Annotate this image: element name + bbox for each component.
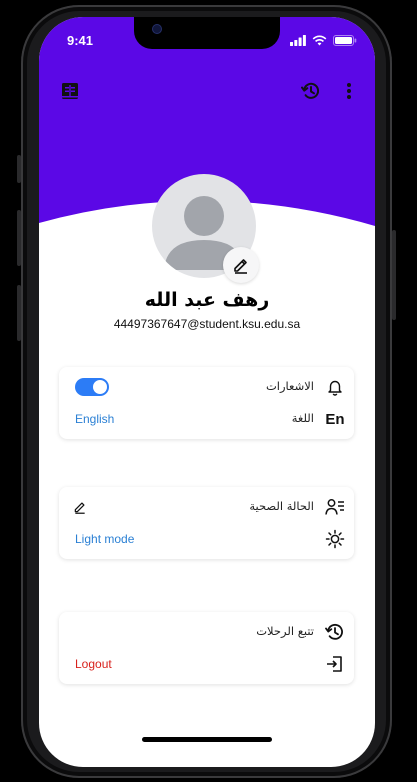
toggle-knob: [93, 380, 107, 394]
history-icon: [324, 621, 346, 643]
wifi-icon: [312, 33, 327, 51]
pencil-icon: [234, 259, 247, 274]
settings-card-notifications-language: الاشعارات En اللغة English: [59, 367, 354, 439]
status-bar: 9:41: [39, 17, 375, 61]
status-time: 9:41: [67, 33, 94, 48]
history-icon[interactable]: [300, 80, 322, 102]
person-list-icon: [324, 496, 346, 518]
notifications-label: الاشعارات: [265, 379, 314, 393]
volume-down-button: [17, 285, 21, 341]
language-label: اللغة: [291, 411, 314, 425]
theme-value[interactable]: Light mode: [75, 532, 134, 546]
edit-health-status-button[interactable]: [73, 500, 89, 516]
logout-row[interactable]: Logout: [59, 648, 354, 680]
more-vertical-icon[interactable]: [338, 80, 360, 102]
sun-icon: [324, 528, 346, 550]
language-en-icon: En: [324, 408, 346, 430]
user-name: رهف عبد الله: [144, 289, 270, 311]
battery-icon: [333, 33, 357, 51]
theme-row[interactable]: Light mode: [59, 523, 354, 555]
settings-card-trips-logout: تتبع الرحلات Logout: [59, 612, 354, 684]
screen: 9:41 رهف عبد الله 44497367647@student.ks…: [39, 17, 375, 767]
language-en-icon-text: En: [325, 410, 345, 428]
silent-switch: [17, 155, 21, 183]
signal-icon: [290, 33, 306, 51]
pencil-icon: [74, 502, 85, 514]
book-icon[interactable]: [59, 80, 81, 102]
language-row[interactable]: En اللغة English: [59, 403, 354, 435]
edit-avatar-button[interactable]: [223, 247, 259, 283]
notch: [134, 17, 280, 49]
user-email: 44497367647@student.ksu.edu.sa: [113, 317, 301, 331]
power-button: [392, 230, 396, 320]
trip-tracking-label: تتبع الرحلات: [256, 624, 314, 638]
health-status-label: الحالة الصحية: [249, 499, 314, 513]
notifications-toggle[interactable]: [75, 378, 109, 396]
trip-tracking-row[interactable]: تتبع الرحلات: [59, 616, 354, 648]
bell-icon: [324, 376, 346, 398]
health-status-row: الحالة الصحية: [59, 491, 354, 523]
language-value[interactable]: English: [75, 412, 114, 426]
status-icons: [290, 33, 357, 51]
settings-card-health-theme: الحالة الصحية Light mode: [59, 487, 354, 559]
volume-up-button: [17, 210, 21, 266]
front-camera: [153, 25, 161, 33]
logout-button[interactable]: Logout: [75, 657, 112, 671]
logout-icon: [324, 653, 346, 675]
home-indicator[interactable]: [142, 737, 272, 742]
notifications-row: الاشعارات: [59, 371, 354, 403]
